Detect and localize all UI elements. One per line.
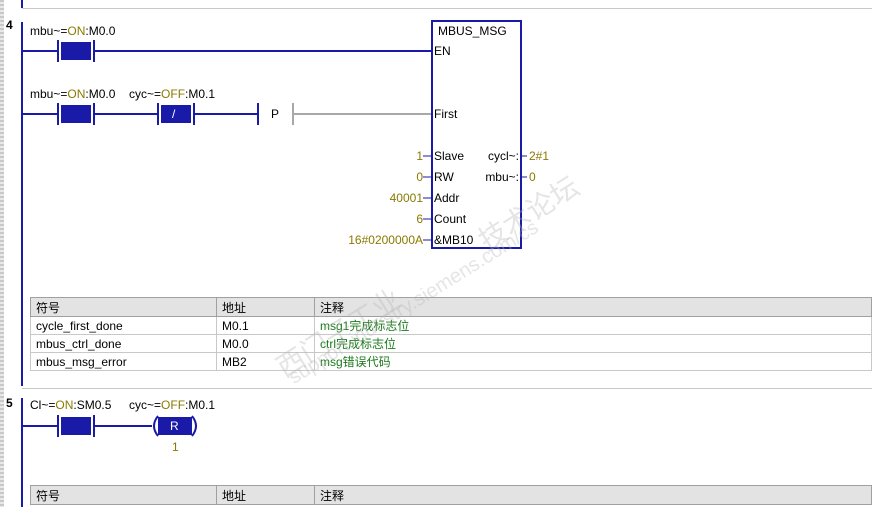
- col-address[interactable]: 地址: [216, 485, 315, 505]
- value-error[interactable]: 0: [529, 170, 536, 184]
- cell-address: M0.0: [216, 334, 315, 353]
- cell-symbol: mbus_msg_error: [30, 352, 217, 371]
- symbol-table-network5: 符号 地址 注释: [30, 485, 872, 505]
- rung1-operand-label: mbu~=ON:M0.0: [30, 24, 116, 38]
- contact-not-cycle-first-done[interactable]: [161, 105, 191, 123]
- value-datapointer[interactable]: 16#0200000A: [348, 233, 423, 247]
- value-addr[interactable]: 40001: [390, 191, 423, 205]
- pin-first: First: [434, 107, 458, 121]
- table-row[interactable]: mbus_msg_error MB2 msg错误代码: [30, 352, 872, 371]
- rung2-operand-label-1: mbu~=ON:M0.0: [30, 87, 116, 101]
- pin-done: cycl~:: [487, 149, 519, 163]
- n5-operand-label-2: cyc~=OFF:M0.1: [129, 398, 216, 412]
- col-symbol[interactable]: 符号: [30, 485, 217, 505]
- cell-comment: msg错误代码: [314, 352, 872, 371]
- table-row[interactable]: mbus_ctrl_done M0.0 ctrl完成标志位: [30, 334, 872, 353]
- contact-always-on[interactable]: [61, 417, 91, 435]
- contact-mbus-ctrl-done-2[interactable]: [61, 105, 91, 123]
- pin-en: EN: [434, 44, 451, 58]
- pin-slave: Slave: [434, 149, 465, 163]
- contact-mbus-ctrl-done-1[interactable]: [61, 42, 91, 60]
- cell-symbol: mbus_ctrl_done: [30, 334, 217, 353]
- ladder-diagram: [22, 20, 527, 437]
- rung2-operand-label-2: cyc~=OFF:M0.1: [129, 87, 216, 101]
- cell-comment: ctrl完成标志位: [314, 334, 872, 353]
- symbol-table-network4: 符号 地址 注释 cycle_first_done M0.1 msg1完成标志位…: [30, 297, 872, 371]
- cell-comment: msg1完成标志位: [314, 316, 872, 335]
- value-slave[interactable]: 1: [416, 149, 423, 163]
- symbol-table-header: 符号 地址 注释: [30, 297, 872, 317]
- table-row[interactable]: cycle_first_done M0.1 msg1完成标志位: [30, 316, 872, 335]
- cell-address: MB2: [216, 352, 315, 371]
- pin-error: mbu~:: [485, 170, 519, 184]
- pin-datapointer: &MB10: [434, 233, 474, 247]
- n5-operand-label-1: Cl~=ON:SM0.5: [30, 398, 112, 412]
- value-rw[interactable]: 0: [416, 170, 423, 184]
- cell-address: M0.1: [216, 316, 315, 335]
- col-comment[interactable]: 注释: [314, 485, 872, 505]
- not-contact-symbol: /: [172, 107, 176, 121]
- reset-coil-count[interactable]: 1: [172, 440, 179, 454]
- symbol-table-header: 符号 地址 注释: [30, 485, 872, 505]
- value-count[interactable]: 6: [416, 212, 423, 226]
- cell-symbol: cycle_first_done: [30, 316, 217, 335]
- value-done[interactable]: 2#1: [529, 149, 549, 163]
- positive-edge-symbol[interactable]: P: [271, 107, 279, 121]
- pin-rw: RW: [434, 170, 454, 184]
- col-symbol[interactable]: 符号: [30, 297, 217, 317]
- pin-addr: Addr: [434, 191, 460, 205]
- col-comment[interactable]: 注释: [314, 297, 872, 317]
- pin-count: Count: [434, 212, 467, 226]
- reset-coil-label: R: [170, 419, 179, 433]
- col-address[interactable]: 地址: [216, 297, 315, 317]
- block-title: MBUS_MSG: [438, 24, 507, 38]
